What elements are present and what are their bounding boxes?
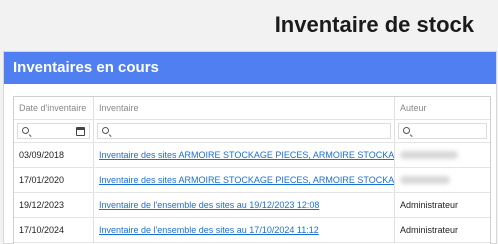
date-filter-input[interactable]: [17, 123, 90, 139]
table-row[interactable]: 17/01/2020 Inventaire des sites ARMOIRE …: [14, 168, 490, 193]
inventory-filter-input[interactable]: [97, 123, 391, 139]
cell-inventory: Inventaire de l'ensemble des sites au 19…: [94, 193, 395, 217]
header-row: Date d'inventaire Inventaire Auteur: [14, 97, 490, 120]
cell-date: 17/01/2020: [14, 168, 94, 192]
inventory-link[interactable]: Inventaire des sites ARMOIRE STOCKAGE PI…: [99, 175, 394, 185]
inventories-panel: Inventaires en cours Date d'inventaire I…: [3, 51, 497, 244]
cell-date: 03/09/2018: [14, 143, 94, 167]
filter-cell-date: [14, 120, 94, 142]
inventory-link[interactable]: Inventaire de l'ensemble des sites au 17…: [99, 225, 319, 235]
search-icon: [102, 127, 109, 134]
cell-author: Administrateur: [400, 225, 459, 235]
inventory-link[interactable]: Inventaire de l'ensemble des sites au 19…: [99, 200, 319, 210]
author-filter-input[interactable]: [398, 123, 487, 139]
cell-inventory: Inventaire des sites ARMOIRE STOCKAGE PI…: [94, 143, 395, 167]
column-header-date[interactable]: Date d'inventaire: [14, 97, 94, 119]
redacted-author: [400, 150, 458, 159]
cell-author: Administrateur: [400, 200, 459, 210]
column-header-author[interactable]: Auteur: [395, 97, 490, 119]
page-title: Inventaire de stock: [274, 12, 474, 37]
panel-title: Inventaires en cours: [4, 52, 496, 84]
cell-inventory: Inventaire des sites ARMOIRE STOCKAGE PI…: [94, 168, 395, 192]
cell-inventory: Inventaire de l'ensemble des sites au 17…: [94, 218, 395, 242]
column-header-inventory[interactable]: Inventaire: [94, 97, 395, 119]
table-row[interactable]: 19/12/2023 Inventaire de l'ensemble des …: [14, 193, 490, 218]
inventories-grid: Date d'inventaire Inventaire Auteur 03/0…: [13, 96, 491, 244]
filter-cell-inventory: [94, 120, 395, 142]
cell-author: [395, 168, 490, 192]
cell-date: 17/10/2024: [14, 218, 94, 242]
cell-author: [395, 143, 490, 167]
search-icon: [22, 127, 29, 134]
cell-date: 19/12/2023: [14, 193, 94, 217]
table-row[interactable]: 03/09/2018 Inventaire des sites ARMOIRE …: [14, 143, 490, 168]
filter-row: [14, 120, 490, 143]
filter-cell-author: [395, 120, 490, 142]
table-row[interactable]: 17/10/2024 Inventaire de l'ensemble des …: [14, 218, 490, 243]
calendar-icon[interactable]: [76, 127, 85, 136]
inventory-link[interactable]: Inventaire des sites ARMOIRE STOCKAGE PI…: [99, 150, 394, 160]
redacted-author: [400, 175, 450, 184]
search-icon: [403, 127, 410, 134]
